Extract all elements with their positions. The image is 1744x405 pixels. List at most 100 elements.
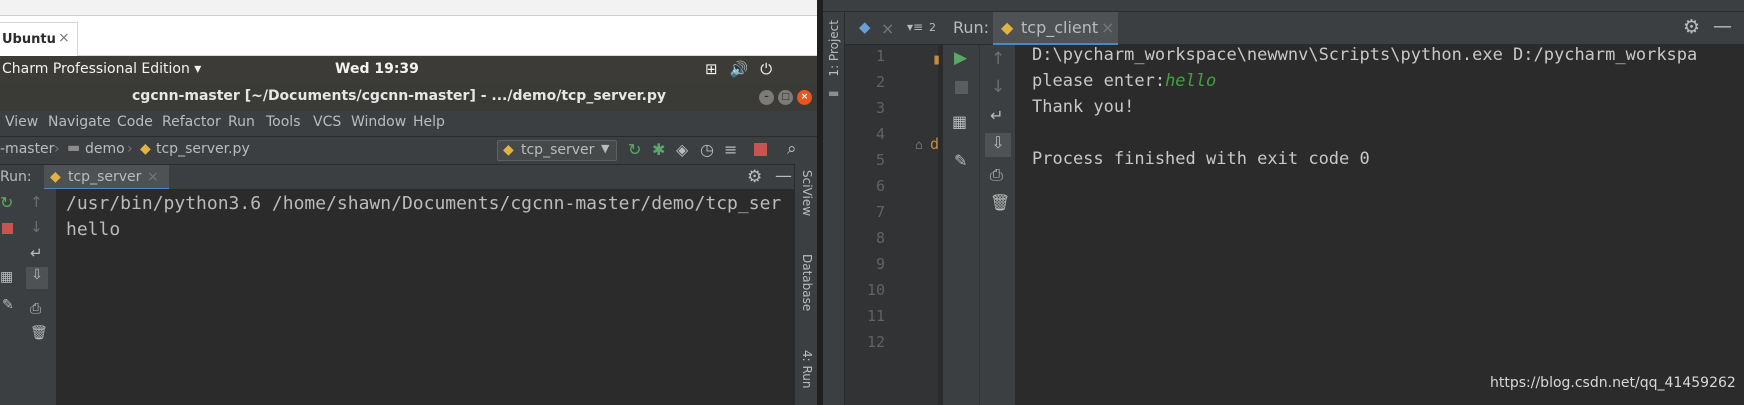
editor-tab-bar: ◆ × ▾≡ 2 [845,12,943,45]
stop-icon[interactable] [2,223,13,234]
arrow-up-icon[interactable]: ↑ [991,49,1005,69]
close-icon[interactable]: × [881,19,894,38]
stop-icon[interactable] [754,143,767,156]
menu-run[interactable]: Run [228,114,255,130]
close-icon[interactable]: × [147,169,159,185]
soft-wrap-icon[interactable]: ↵ [30,244,43,262]
tab-ubuntu[interactable]: Ubuntu × [0,22,78,56]
tab-list-icon[interactable]: ▾≡ [907,20,923,34]
watermark: https://blog.csdn.net/qq_41459262 [1490,375,1736,391]
maximize-icon[interactable]: □ [778,90,793,105]
breadcrumb-folder[interactable]: demo [85,141,125,157]
menu-help[interactable]: Help [413,114,445,130]
ubuntu-top-bar: Charm Professional Edition ▾ Wed 19:39 ⊞… [0,56,820,83]
python-icon: ◆ [50,169,61,185]
console-line: Process finished with exit code 0 [1032,149,1370,169]
menu-tools[interactable]: Tools [266,114,301,130]
trash-icon[interactable]: 🗑 [990,193,1010,212]
python-file-icon: ◆ [140,141,151,157]
menu-vcs[interactable]: VCS [313,114,341,130]
layout-icon[interactable]: ▦ [952,112,967,131]
network-icon[interactable]: ⊞ [705,60,730,78]
console-user-input: hello [1165,71,1217,91]
arrow-down-icon[interactable]: ↓ [30,218,43,236]
menu-window[interactable]: Window [351,114,406,130]
close-icon[interactable]: × [797,90,812,105]
console-line: /usr/bin/python3.6 /home/shawn/Documents… [66,193,782,214]
minimize-icon[interactable]: – [759,90,774,105]
rerun-icon[interactable]: ↻ [0,193,13,212]
debug-icon[interactable]: ✱ [652,140,665,159]
power-icon[interactable]: ⏻ [760,60,784,78]
rerun-icon[interactable]: ↻ [628,140,641,159]
fold-marker-icon: ▮ [932,50,942,68]
menu-navigate[interactable]: Navigate [48,114,111,130]
run-list-icon[interactable]: ≡ [724,140,737,159]
system-tray[interactable]: ⊞🔊⏻ [705,60,784,78]
line-number: 1 [875,47,885,65]
run-toolbar: ↻ ↑ ↓ ↵ ▦ ⇩ ✎ ⎙ 🗑 [0,189,56,405]
menu-view[interactable]: View [5,114,38,130]
layout-icon[interactable]: ▦ [0,269,13,285]
vm-tab-bar [0,16,820,56]
line-number: 5 [875,151,885,169]
minimize-panel-icon[interactable]: — [775,166,792,186]
soft-wrap-icon[interactable]: ↵ [990,106,1003,125]
window-title: cgcnn-master [~/Documents/cgcnn-master] … [132,88,667,104]
tab-close-icon[interactable]: × [58,30,70,46]
line-number: 6 [875,177,885,195]
menu-code[interactable]: Code [117,114,153,130]
run-icon[interactable]: ▶ [954,48,967,68]
line-number: 3 [875,99,885,117]
run-config-label: tcp_server [521,142,595,158]
print-icon[interactable]: ⎙ [30,301,41,317]
close-icon[interactable]: × [1101,18,1114,37]
stop-icon[interactable] [955,81,968,94]
breadcrumb-file[interactable]: tcp_server.py [156,141,250,157]
profile-icon[interactable]: ◷ [700,140,714,159]
left-tool-window-strip: 1: Project ▬ [823,12,845,405]
server-console-output[interactable]: /usr/bin/python3.6 /home/shawn/Documents… [56,189,794,405]
run-panel-button[interactable]: 4: Run [800,350,814,389]
fold-icon[interactable]: ⌂ [915,138,923,153]
gear-icon[interactable]: ⚙ [747,167,762,187]
line-number: 9 [875,255,885,273]
console-line: Thank you! [1032,97,1135,117]
tab-tcp-client[interactable]: ◆ tcp_client × [993,12,1118,45]
print-icon[interactable]: ⎙ [990,165,1003,185]
app-menu[interactable]: Charm Professional Edition ▾ [2,61,201,77]
pycharm-top-strip [823,0,1744,12]
code-fragment: d [930,135,940,153]
breadcrumb-project[interactable]: -master [0,141,54,157]
menu-refactor[interactable]: Refactor [162,114,221,130]
tab-tcp-server[interactable]: ◆ tcp_server × [44,165,169,190]
line-number: 4 [875,125,885,143]
chevron-right-icon: › [127,141,133,157]
run-config-dropdown[interactable]: ◆ tcp_server ▼ [497,140,617,161]
clock[interactable]: Wed 19:39 [335,61,419,77]
menu-bar: View Navigate Code Refactor Run Tools VC… [0,111,820,136]
coverage-icon[interactable]: ◈ [676,140,688,159]
volume-icon[interactable]: 🔊 [730,60,761,78]
scroll-to-end-icon[interactable]: ⇩ [985,133,1011,157]
arrow-down-icon[interactable]: ↓ [991,77,1005,97]
run-tab-label: tcp_server [68,169,142,185]
line-number: 8 [875,229,885,247]
pin-icon[interactable]: ✎ [954,151,967,170]
gear-icon[interactable]: ⚙ [1683,16,1700,38]
console-toolbar: ↑ ↓ ↵ ⇩ ⎙ 🗑 [979,45,1015,405]
tab-count: 2 [929,21,936,34]
minimize-panel-icon[interactable]: — [1713,15,1732,37]
python-icon: ◆ [503,142,514,158]
window-title-bar: cgcnn-master [~/Documents/cgcnn-master] … [0,83,820,111]
pin-icon[interactable]: ✎ [2,297,14,313]
trash-icon[interactable]: 🗑 [30,325,48,341]
sciview-panel-button[interactable]: SciView [800,170,814,216]
database-panel-button[interactable]: Database [800,254,814,311]
search-icon[interactable]: ⌕ [787,139,797,159]
project-panel-button[interactable]: 1: Project [827,20,841,77]
client-console-output[interactable]: D:\pycharm_workspace\newwnv\Scripts\pyth… [1015,45,1744,405]
arrow-up-icon[interactable]: ↑ [30,193,43,211]
scroll-to-end-icon[interactable]: ⇩ [26,267,48,289]
python-file-icon[interactable]: ◆ [859,18,871,36]
